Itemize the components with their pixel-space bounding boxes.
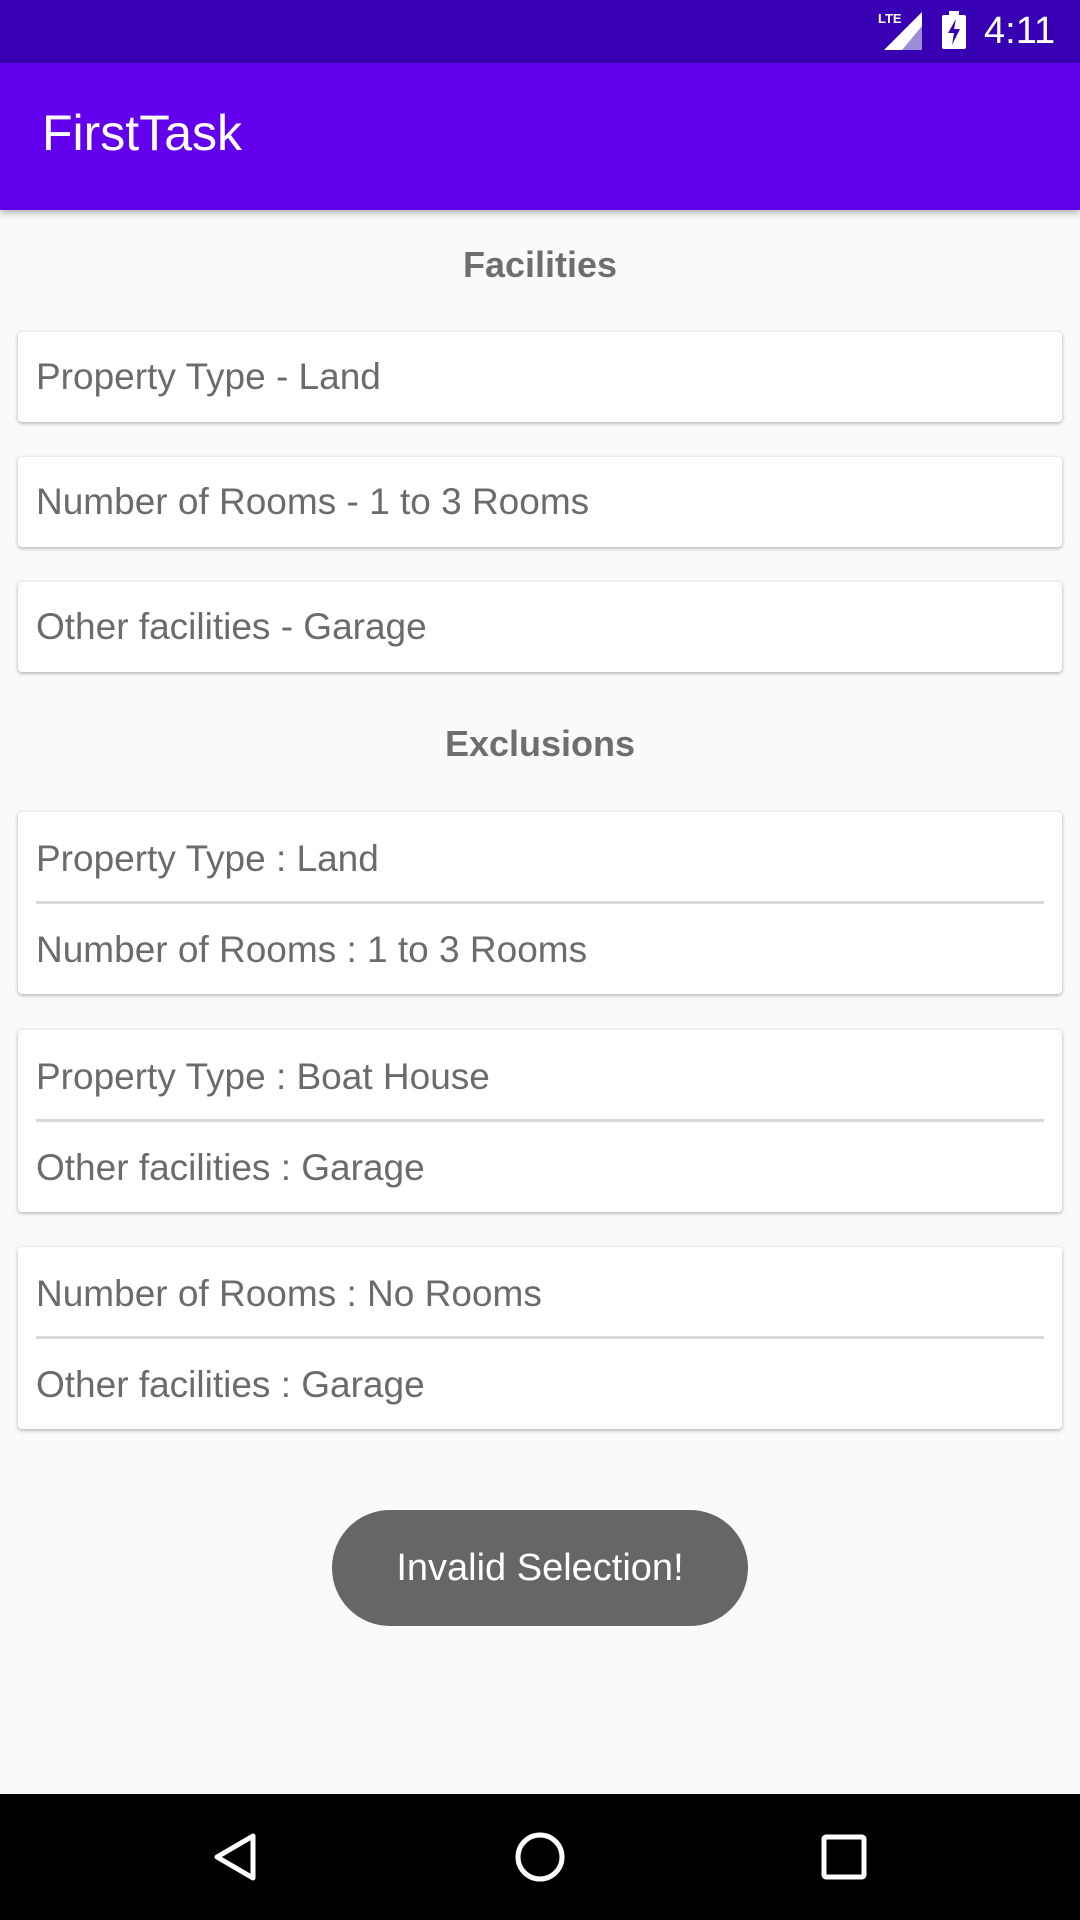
exclusion-divider: [36, 901, 1044, 904]
exclusion-line: Number of Rooms : No Rooms: [36, 1273, 542, 1314]
exclusion-card[interactable]: Number of Rooms : No Rooms Other facilit…: [18, 1247, 1062, 1429]
back-icon: [214, 1833, 256, 1881]
recents-icon: [821, 1834, 867, 1880]
status-clock: 4:11: [984, 10, 1056, 52]
battery-charging-icon: [942, 11, 966, 49]
exclusions-header: Exclusions: [444, 723, 636, 764]
exclusion-line: Property Type : Land: [36, 838, 379, 879]
exclusion-divider: [36, 1119, 1044, 1122]
navigation-bar: [0, 1794, 1080, 1920]
exclusion-divider: [36, 1336, 1044, 1339]
status-bar: LTE 4:11: [0, 0, 1080, 63]
exclusion-line: Other facilities : Garage: [36, 1147, 425, 1188]
nav-home-button[interactable]: [505, 1822, 575, 1892]
exclusion-line: Other facilities : Garage: [36, 1364, 425, 1405]
toast-message: Invalid Selection!: [332, 1510, 748, 1626]
exclusion-line: Property Type : Boat House: [36, 1056, 490, 1097]
exclusion-card[interactable]: Property Type : Land Number of Rooms : 1…: [18, 812, 1062, 994]
home-icon: [515, 1832, 565, 1882]
app-title: FirstTask: [42, 105, 242, 161]
exclusion-card[interactable]: Property Type : Boat House Other facilit…: [18, 1030, 1062, 1212]
facility-text: Other facilities - Garage: [36, 606, 427, 647]
nav-recents-button[interactable]: [809, 1822, 879, 1892]
facilities-header: Facilities: [462, 244, 618, 285]
facility-item[interactable]: Number of Rooms - 1 to 3 Rooms: [18, 457, 1062, 547]
app-bar: FirstTask: [0, 63, 1080, 210]
facility-text: Number of Rooms - 1 to 3 Rooms: [36, 481, 590, 522]
exclusion-line: Number of Rooms : 1 to 3 Rooms: [36, 929, 588, 970]
signal-lte-icon: LTE: [878, 11, 922, 50]
network-type-label: LTE: [878, 11, 902, 26]
nav-back-button[interactable]: [201, 1822, 271, 1892]
facility-item[interactable]: Property Type - Land: [18, 332, 1062, 422]
facility-item[interactable]: Other facilities - Garage: [18, 582, 1062, 672]
facility-text: Property Type - Land: [36, 356, 381, 397]
